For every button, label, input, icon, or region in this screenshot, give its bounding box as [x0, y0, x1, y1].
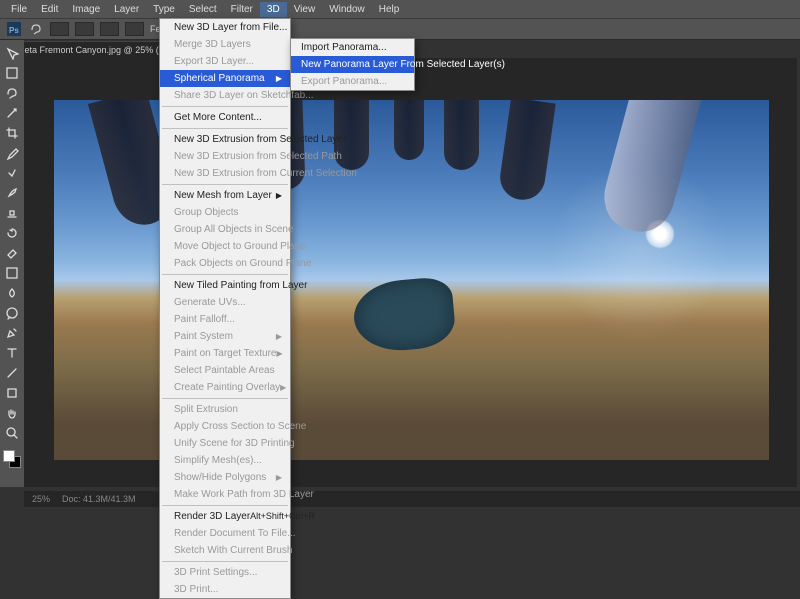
3d-menu-dropdown: New 3D Layer from File...Merge 3D Layers… — [159, 18, 291, 599]
menu-3d[interactable]: 3D — [260, 2, 287, 17]
menu-item: Simplify Mesh(es)... — [160, 452, 290, 469]
menu-item: Unify Scene for 3D Printing — [160, 435, 290, 452]
menu-item[interactable]: New Mesh from Layer▶ — [160, 187, 290, 204]
zoom-level[interactable]: 25% — [32, 494, 50, 504]
menu-item[interactable]: Get More Content... — [160, 109, 290, 126]
color-swatches[interactable] — [3, 450, 21, 468]
stamp-tool[interactable] — [2, 204, 22, 222]
gradient-tool[interactable] — [2, 264, 22, 282]
menubar: FileEditImageLayerTypeSelectFilter3DView… — [0, 0, 800, 18]
menu-item[interactable]: Spherical Panorama▶ — [160, 70, 290, 87]
menu-filter[interactable]: Filter — [224, 2, 260, 17]
selection-sub-icon[interactable] — [100, 22, 119, 36]
move-tool[interactable] — [2, 44, 22, 62]
ps-logo-icon: Ps — [6, 21, 22, 37]
doc-info: Doc: 41.3M/41.3M — [62, 494, 136, 504]
menu-image[interactable]: Image — [65, 2, 107, 17]
menu-item: Render Document To File... — [160, 525, 290, 542]
menu-item: Paint System▶ — [160, 328, 290, 345]
menu-item: Export 3D Layer... — [160, 53, 290, 70]
selection-add-icon[interactable] — [75, 22, 94, 36]
brush-tool[interactable] — [2, 184, 22, 202]
menu-type[interactable]: Type — [146, 2, 182, 17]
menu-item: Show/Hide Polygons▶ — [160, 469, 290, 486]
canvas-area — [24, 58, 797, 487]
pen-tool[interactable] — [2, 324, 22, 342]
path-tool[interactable] — [2, 364, 22, 382]
menu-view[interactable]: View — [287, 2, 323, 17]
crop-tool[interactable] — [2, 124, 22, 142]
status-bar: 25% Doc: 41.3M/41.3M — [24, 491, 800, 507]
history-tool[interactable] — [2, 224, 22, 242]
blur-tool[interactable] — [2, 284, 22, 302]
panorama-image — [444, 100, 479, 170]
zoom-tool[interactable] — [2, 424, 22, 442]
menu-edit[interactable]: Edit — [34, 2, 65, 17]
menu-item: Group All Objects in Scene — [160, 221, 290, 238]
menu-item: Move Object to Ground Plane — [160, 238, 290, 255]
menu-help[interactable]: Help — [372, 2, 407, 17]
menu-window[interactable]: Window — [322, 2, 372, 17]
menu-layer[interactable]: Layer — [107, 2, 146, 17]
menu-item: Create Painting Overlay▶ — [160, 379, 290, 396]
menu-item: Paint on Target Texture▶ — [160, 345, 290, 362]
lasso-icon[interactable] — [28, 21, 44, 37]
menu-item: New 3D Extrusion from Selected Path — [160, 148, 290, 165]
menu-item: Share 3D Layer on Sketchfab... — [160, 87, 290, 104]
menu-item: Make Work Path from 3D Layer — [160, 486, 290, 503]
healing-tool[interactable] — [2, 164, 22, 182]
menu-item: Pack Objects on Ground Plane — [160, 255, 290, 272]
options-bar: Ps Feather: Anti-alias — [0, 18, 800, 40]
submenu-item[interactable]: New Panorama Layer From Selected Layer(s… — [291, 56, 414, 73]
menu-item: Select Paintable Areas — [160, 362, 290, 379]
eyedropper-tool[interactable] — [2, 144, 22, 162]
submenu-item[interactable]: Import Panorama... — [291, 39, 414, 56]
menu-item[interactable]: New 3D Layer from File... — [160, 19, 290, 36]
menu-item: Sketch With Current Brush — [160, 542, 290, 559]
panorama-image — [394, 100, 424, 160]
menu-item: Generate UVs... — [160, 294, 290, 311]
svg-text:Ps: Ps — [9, 26, 19, 35]
eraser-tool[interactable] — [2, 244, 22, 262]
menu-item: Paint Falloff... — [160, 311, 290, 328]
wand-tool[interactable] — [2, 104, 22, 122]
menu-item[interactable]: Render 3D LayerAlt+Shift+Ctrl+R — [160, 508, 290, 525]
menu-file[interactable]: File — [4, 2, 34, 17]
spherical-panorama-submenu: Import Panorama...New Panorama Layer Fro… — [290, 38, 415, 91]
tools-panel — [0, 40, 24, 487]
hand-tool[interactable] — [2, 404, 22, 422]
menu-item: Apply Cross Section to Scene — [160, 418, 290, 435]
menu-item[interactable]: New Tiled Painting from Layer — [160, 277, 290, 294]
marquee-tool[interactable] — [2, 64, 22, 82]
rect-tool[interactable] — [2, 384, 22, 402]
dodge-tool[interactable] — [2, 304, 22, 322]
menu-item: Split Extrusion — [160, 401, 290, 418]
menu-item: 3D Print... — [160, 581, 290, 598]
menu-item: 3D Print Settings... — [160, 564, 290, 581]
menu-select[interactable]: Select — [182, 2, 224, 17]
submenu-item: Export Panorama... — [291, 73, 414, 90]
selection-int-icon[interactable] — [125, 22, 144, 36]
menu-item[interactable]: New 3D Extrusion from Selected Layer — [160, 131, 290, 148]
selection-new-icon[interactable] — [50, 22, 69, 36]
lasso-tool[interactable] — [2, 84, 22, 102]
menu-item: Group Objects — [160, 204, 290, 221]
menu-item: Merge 3D Layers — [160, 36, 290, 53]
menu-item: New 3D Extrusion from Current Selection — [160, 165, 290, 182]
type-tool[interactable] — [2, 344, 22, 362]
